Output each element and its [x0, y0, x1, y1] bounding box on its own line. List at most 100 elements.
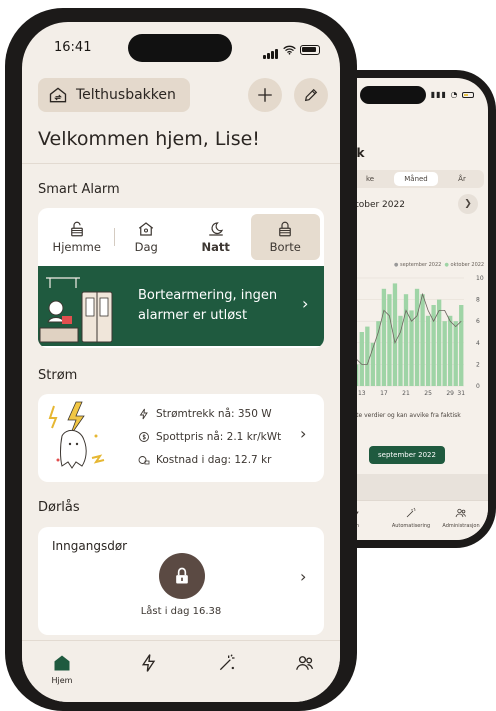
bar [442, 321, 447, 386]
house-illustration [38, 270, 122, 346]
front-phone: 16:41 Telthusbakken Velkommen hjem, Lise… [5, 8, 357, 711]
tab-energy[interactable] [124, 653, 174, 676]
dynamic-island [360, 86, 426, 104]
mode-natt-button[interactable]: Natt [181, 214, 251, 260]
segment-year[interactable]: År [440, 170, 484, 188]
wifi-icon [283, 45, 296, 55]
door-name: Inngangsdør [52, 539, 128, 553]
bar [414, 288, 420, 386]
home-icon [54, 655, 70, 671]
moon-icon [209, 222, 223, 236]
mode-label: Borte [269, 240, 301, 254]
users-icon [455, 508, 466, 518]
y-tick-label: 0 [476, 383, 480, 390]
alarm-status-banner[interactable]: Bortearmering, ingen alarmer er utløst › [38, 266, 324, 346]
house-icon [139, 222, 154, 236]
bar [425, 315, 431, 386]
lightning-ghost-illustration [48, 401, 105, 469]
strom-title: Strøm [38, 368, 78, 383]
door-lock-card[interactable]: Inngangsdør Låst i dag 16.38 › [38, 527, 324, 635]
cost-today-row: Kostnad i dag: 12.7 kr [138, 454, 271, 466]
bar [381, 288, 387, 386]
door-lock-button[interactable] [159, 553, 205, 599]
door-lock-status: Låst i dag 16.38 [140, 606, 222, 617]
bar [453, 321, 458, 386]
legend-oktober: oktober 2022 [450, 262, 485, 268]
signal-icon [263, 40, 279, 59]
compare-month-button[interactable]: september 2022 [369, 446, 445, 464]
bar [387, 294, 392, 386]
next-month-button[interactable]: ❯ [458, 194, 478, 214]
plus-icon [258, 88, 272, 102]
magic-wand-icon [406, 507, 416, 518]
tab-label: Hjem [51, 676, 73, 685]
home-name: Telthusbakken [76, 87, 176, 103]
strom-card[interactable]: Strømtrekk nå: 350 W Spottpris nå: 2.1 k… [38, 394, 324, 482]
spot-price-text: Spottpris nå: 2.1 kr/kWt [156, 431, 282, 443]
spot-price-row: Spottpris nå: 2.1 kr/kWt [138, 431, 281, 443]
tab-administration[interactable] [280, 653, 330, 676]
welcome-title: Velkommen hjem, Lise! [38, 128, 260, 150]
x-tick-label: 17 [380, 390, 388, 397]
mode-dag-button[interactable]: Dag [112, 214, 182, 260]
smart-alarm-title: Smart Alarm [38, 182, 120, 197]
back-tab-automation[interactable]: Automatisering [386, 507, 436, 529]
power-draw-row: Strømtrekk nå: 350 W [138, 408, 272, 420]
mode-label: Dag [134, 240, 158, 254]
header-divider [22, 163, 340, 164]
smart-alarm-card: Hjemme Dag Natt Borte Bortearmering, ing… [38, 208, 324, 348]
add-button[interactable] [248, 78, 282, 112]
coin-icon [139, 432, 149, 442]
bar [403, 294, 409, 386]
tab-home[interactable]: Hjem [37, 653, 87, 685]
edit-button[interactable] [294, 78, 328, 112]
pencil-icon [304, 88, 318, 102]
battery-icon [300, 44, 320, 55]
lightning-icon [139, 408, 148, 420]
back-tab-admin[interactable]: Administrasjon [436, 507, 486, 529]
bottom-tab-bar: Hjem [22, 640, 340, 702]
x-tick-label: 25 [424, 390, 432, 397]
house-swap-icon [49, 87, 67, 103]
bar [459, 305, 464, 386]
users-icon [296, 656, 314, 670]
bar [359, 332, 364, 386]
cost-icon [138, 456, 150, 465]
mode-label: Natt [201, 240, 230, 254]
bar [420, 294, 425, 386]
y-tick-label: 10 [476, 275, 484, 282]
consumption-chart: 10 8 6 4 2 0 13 17 21 25 29 31 [348, 275, 484, 397]
y-tick-label: 4 [476, 340, 480, 347]
x-tick-label: 29 [446, 390, 454, 397]
back-status-icons: ▮▮▮ ◔ [431, 90, 474, 99]
x-tick-label: 13 [358, 390, 366, 397]
chevron-right-icon: › [300, 424, 307, 443]
mode-label: Hjemme [52, 240, 101, 254]
back-tab-label: Automatisering [391, 523, 431, 529]
bar [431, 305, 436, 386]
period-segment-control[interactable]: ke Måned År [348, 170, 484, 188]
month-label: ktober 2022 [350, 200, 405, 210]
status-time: 16:41 [54, 40, 92, 55]
x-tick-label: 21 [402, 390, 410, 397]
chevron-right-icon: › [300, 567, 307, 586]
x-tick-label: 31 [457, 390, 465, 397]
y-tick-label: 6 [476, 318, 480, 325]
chevron-right-icon: › [302, 294, 309, 313]
home-selector-button[interactable]: Telthusbakken [38, 78, 190, 112]
chart-legend: ● september 2022 ● oktober 2022 [394, 262, 485, 268]
bar [365, 326, 370, 386]
padlock-icon [176, 567, 188, 584]
unlock-icon [70, 221, 83, 237]
legend-september: september 2022 [399, 262, 442, 268]
tab-automation[interactable] [202, 653, 252, 676]
mode-borte-button[interactable]: Borte [250, 214, 320, 260]
front-phone-screen: 16:41 Telthusbakken Velkommen hjem, Lise… [22, 22, 340, 702]
y-tick-label: 2 [476, 361, 480, 368]
cost-today-text: Kostnad i dag: 12.7 kr [156, 454, 272, 466]
lightning-icon [141, 654, 156, 672]
chart-caption: erte verdier og kan avvike fra faktisk [350, 412, 461, 419]
mode-hjemme-button[interactable]: Hjemme [42, 214, 112, 260]
segment-month[interactable]: Måned [394, 172, 438, 186]
alarm-mode-selector: Hjemme Dag Natt Borte [38, 208, 324, 266]
